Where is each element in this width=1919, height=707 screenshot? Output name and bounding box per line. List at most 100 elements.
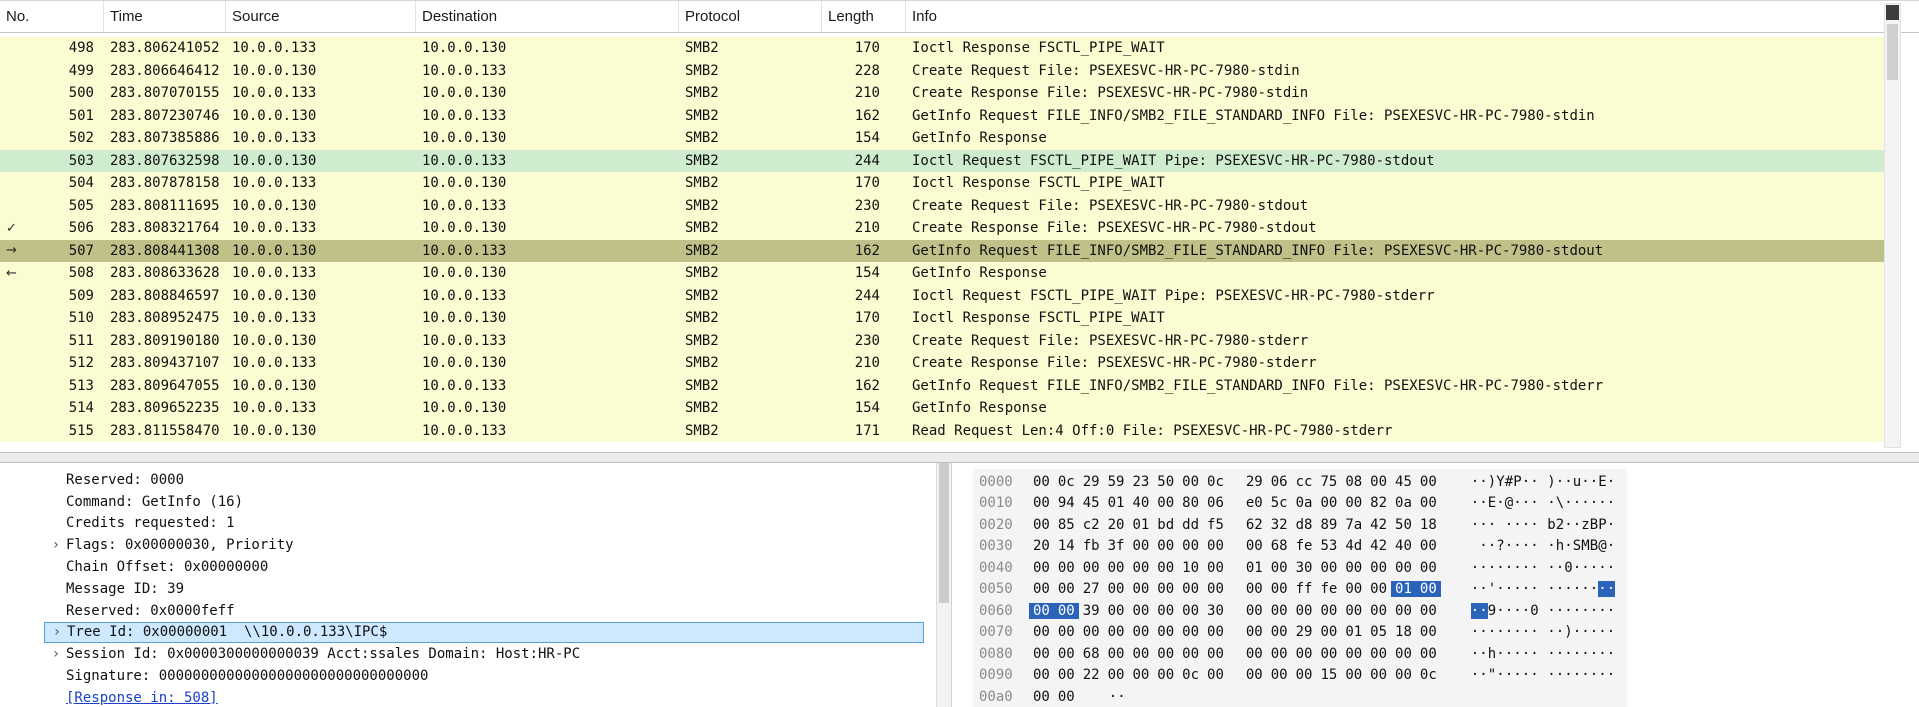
packet-row[interactable]: ✓ 506 283.808321764 10.0.0.133 10.0.0.130 SMB… (0, 217, 1884, 240)
ascii-char: Y (1496, 473, 1505, 490)
hex-byte: 00 (1107, 559, 1125, 576)
packet-row[interactable]: 511 283.809190180 10.0.0.130 10.0.0.133 SMB2… (0, 329, 1884, 352)
ascii-char: · (1513, 516, 1522, 533)
packet-row[interactable]: 502 283.807385886 10.0.0.133 10.0.0.130 SMB2… (0, 127, 1884, 150)
packet-source: 10.0.0.133 (232, 130, 317, 147)
ascii-char: · (1598, 581, 1607, 598)
packet-list-scrollbar-thumb[interactable] (1887, 24, 1898, 80)
packet-row[interactable]: 514 283.809652235 10.0.0.133 10.0.0.130 SMB2… (0, 397, 1884, 420)
hex-byte: 00 (1033, 516, 1050, 533)
ascii-char: · (1521, 602, 1531, 619)
packet-length: 162 (854, 242, 880, 259)
expander-icon[interactable]: › (46, 646, 66, 662)
detail-line[interactable]: Reserved: 0x0000feff (0, 600, 936, 622)
detail-scrollbar-thumb[interactable] (939, 463, 949, 603)
packet-source: 10.0.0.133 (232, 175, 317, 192)
packet-row[interactable]: 515 283.811558470 10.0.0.130 10.0.0.133 SMB2… (0, 419, 1884, 442)
detail-line[interactable]: Reserved: 0000 (0, 469, 936, 491)
arrow-right-icon: → (6, 243, 17, 259)
packet-row[interactable]: 509 283.808846597 10.0.0.130 10.0.0.133 SMB2… (0, 284, 1884, 307)
column-header-time[interactable]: Time (104, 1, 226, 32)
packet-row[interactable]: ← 508 283.808633628 10.0.0.133 10.0.0.130 SMB… (0, 262, 1884, 285)
hex-row[interactable]: 00a0 00 00 · · (979, 686, 1615, 707)
packet-row[interactable]: 512 283.809437107 10.0.0.133 10.0.0.130 SMB2… (0, 352, 1884, 375)
column-header-info[interactable]: Info (906, 1, 1919, 32)
packet-source: 10.0.0.130 (232, 287, 317, 304)
detail-line[interactable]: Message ID: 39 (0, 578, 936, 600)
ascii-char: · (1589, 667, 1599, 684)
hex-byte: 45 (1082, 495, 1100, 512)
packet-row[interactable]: 500 283.807070155 10.0.0.133 10.0.0.130 SMB2… (0, 82, 1884, 105)
packet-row[interactable]: 510 283.808952475 10.0.0.133 10.0.0.130 SMB2… (0, 307, 1884, 330)
packet-destination: 10.0.0.133 (422, 422, 507, 439)
detail-line[interactable]: Command: GetInfo (16) (0, 491, 936, 513)
packet-protocol: SMB2 (685, 175, 719, 192)
hex-row[interactable]: 0070 00 00 00 00 00 00 00 00 00 00 29 00 01 05 18 00 · · · ·… (979, 622, 1615, 644)
packet-number: 500 (68, 85, 94, 102)
hex-row[interactable]: 0000 00 0c 29 59 23 50 00 0c 29 06 cc 75 08 00 45 00 · ·) Y… (979, 471, 1615, 493)
hex-row[interactable]: 0050 00 00 27 00 00 00 00 00 00 00 ff fe 00 00 01 00 · · ' ·… (979, 579, 1616, 601)
hex-byte: 00 (1182, 645, 1200, 662)
hex-byte: 00 (1132, 581, 1150, 598)
packet-row[interactable]: 499 283.806646412 10.0.0.130 10.0.0.133 SMB2… (0, 59, 1884, 82)
hex-row[interactable]: 0030 20 14 fb 3f 00 00 00 00 00 68 fe 53 4d 42 40 00 · ·?… (979, 536, 1615, 558)
hex-ascii: · · ' · · · · · · · · · · · · · (1471, 581, 1616, 598)
hex-byte: 15 (1320, 667, 1338, 684)
ascii-char: · (1513, 667, 1522, 684)
ascii-char: · (1606, 495, 1616, 512)
detail-line[interactable]: [Response in: 508] (0, 687, 936, 707)
ascii-char: · (1521, 495, 1531, 512)
expander-icon[interactable]: › (47, 624, 67, 640)
detail-line[interactable]: › Session Id: 0x0000300000000039 Acct:ssa… (0, 643, 936, 665)
column-header-source[interactable]: Source (226, 1, 416, 32)
packet-destination: 10.0.0.133 (422, 197, 507, 214)
detail-line[interactable]: Signature: 00000000000000000000000000000… (0, 665, 936, 687)
detail-line[interactable]: Credits requested: 1 (0, 513, 936, 535)
detail-scrollbar[interactable] (936, 463, 951, 707)
packet-detail-pane: Reserved: 0000 Command: GetInfo (16) Credi… (0, 463, 936, 707)
packet-row[interactable]: 505 283.808111695 10.0.0.130 10.0.0.133 SMB2… (0, 194, 1884, 217)
detail-line[interactable]: Chain Offset: 0x00000000 (0, 556, 936, 578)
packet-list-scrollbar[interactable] (1884, 3, 1901, 448)
packet-row[interactable]: 513 283.809647055 10.0.0.130 10.0.0.133 SMB2… (0, 374, 1884, 397)
column-header-destination[interactable]: Destination (416, 1, 679, 32)
packet-info: Create Response File: PSEXESVC-HR-PC-798… (912, 220, 1317, 237)
hex-byte: 18 (1395, 624, 1412, 641)
packet-destination: 10.0.0.130 (422, 310, 507, 327)
hex-byte: 00 (1270, 602, 1288, 619)
column-header-no[interactable]: No. (0, 1, 104, 32)
hex-byte: 00 (1157, 559, 1175, 576)
packet-row[interactable]: 501 283.807230746 10.0.0.130 10.0.0.133 SMB2… (0, 104, 1884, 127)
packet-time: 283.808633628 (110, 265, 220, 282)
packet-source: 10.0.0.133 (232, 310, 317, 327)
packet-row[interactable]: 503 283.807632598 10.0.0.130 10.0.0.133 SMB2… (0, 149, 1884, 172)
pane-splitter-horizontal[interactable] (0, 452, 1919, 463)
ascii-char: · (1530, 516, 1539, 533)
detail-line[interactable]: › Tree Id: 0x00000001 \\10.0.0.133\IPC$ (0, 621, 936, 644)
hex-row[interactable]: 0090 00 00 22 00 00 00 0c 00 00 00 00 15 00 00 00 0c · · " ·… (979, 665, 1615, 687)
packet-row[interactable]: 504 283.807878158 10.0.0.133 10.0.0.130 SMB2… (0, 172, 1884, 195)
ascii-char: · (1470, 645, 1480, 662)
hex-byte: fb (1082, 538, 1100, 555)
hex-byte: 00 (1245, 581, 1263, 598)
hex-byte: 00 (1415, 581, 1441, 598)
column-header-length[interactable]: Length (822, 1, 906, 32)
hex-row[interactable]: 0060 00 00 39 00 00 00 00 30 00 00 00 00 00 00 00 00 · · 9 ·… (979, 600, 1615, 622)
detail-text: Session Id: 0x0000300000000039 Acct:ssal… (66, 646, 581, 663)
packet-row[interactable]: 498 283.806241052 10.0.0.133 10.0.0.130 SMB2… (0, 37, 1884, 60)
hex-offset: 0080 (979, 645, 1013, 662)
ascii-char: · (1555, 645, 1565, 662)
packet-info: GetInfo Request FILE_INFO/SMB2_FILE_STAN… (912, 242, 1604, 259)
hex-byte: 82 (1370, 495, 1388, 512)
hex-row[interactable]: 0040 00 00 00 00 00 00 10 00 01 00 30 00 00 00 00 00 · · · ·… (979, 557, 1615, 579)
hex-row[interactable]: 0010 00 94 45 01 40 00 80 06 e0 5c 0a 00 00 82 0a 00 · · E ·… (979, 493, 1615, 515)
hex-row[interactable]: 0020 00 85 c2 20 01 bd dd f5 62 32 d8 89 7a 42 50 18 · · · … (979, 514, 1615, 536)
detail-line[interactable]: › Flags: 0x00000030, Priority (0, 534, 936, 556)
ascii-char: · (1581, 667, 1590, 684)
column-header-protocol[interactable]: Protocol (679, 1, 822, 32)
packet-row[interactable]: → 507 283.808441308 10.0.0.130 10.0.0.133 SMB… (0, 239, 1884, 262)
expander-icon[interactable]: › (46, 537, 66, 553)
ascii-char: ) (1487, 473, 1497, 490)
ascii-char: · (1530, 667, 1539, 684)
hex-row[interactable]: 0080 00 00 68 00 00 00 00 00 00 00 00 00 00 00 00 00 · · h ·… (979, 643, 1615, 665)
